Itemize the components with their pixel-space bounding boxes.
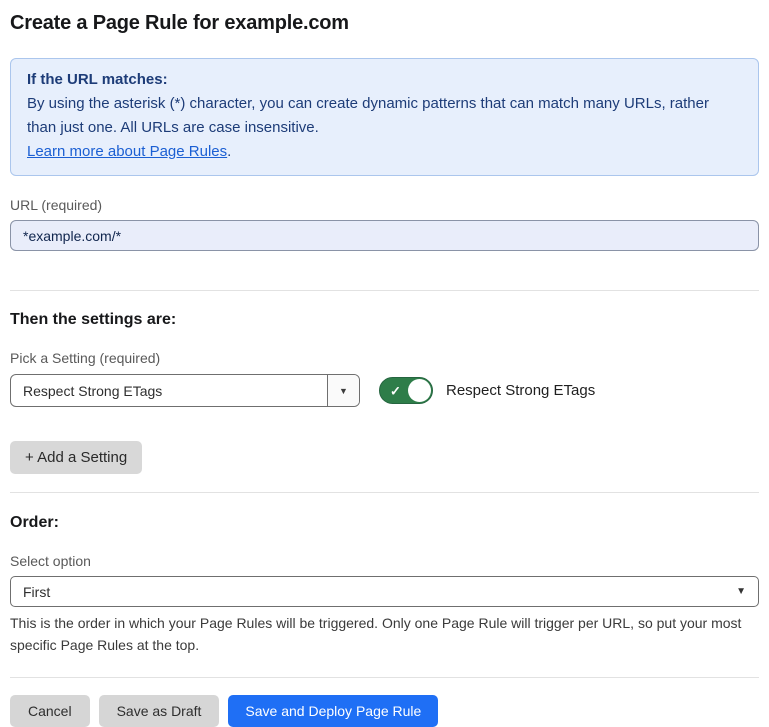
setting-select[interactable]: Respect Strong ETags ▼ [10, 374, 360, 407]
learn-more-link[interactable]: Learn more about Page Rules [27, 143, 227, 160]
save-as-draft-button[interactable]: Save as Draft [99, 695, 220, 727]
url-input[interactable] [10, 220, 759, 251]
divider [10, 492, 759, 493]
setting-toggle-label: Respect Strong ETags [446, 382, 595, 399]
setting-picker-label: Pick a Setting (required) [10, 350, 759, 366]
setting-toggle[interactable]: ✓ [379, 377, 433, 404]
add-setting-button[interactable]: + Add a Setting [10, 441, 142, 474]
setting-toggle-group: ✓ Respect Strong ETags [379, 377, 595, 404]
cancel-button[interactable]: Cancel [10, 695, 90, 727]
order-select-value: First [23, 584, 736, 600]
url-field-label: URL (required) [10, 197, 759, 213]
toggle-knob [408, 379, 431, 402]
setting-select-value: Respect Strong ETags [11, 375, 327, 406]
check-icon: ✓ [390, 384, 401, 397]
setting-row: Respect Strong ETags ▼ ✓ Respect Strong … [10, 374, 759, 407]
link-suffix: . [227, 143, 231, 160]
info-box-heading: If the URL matches: [27, 68, 742, 92]
info-box-link-line: Learn more about Page Rules. [27, 140, 742, 164]
save-and-deploy-button[interactable]: Save and Deploy Page Rule [228, 695, 438, 727]
divider [10, 677, 759, 678]
divider [10, 290, 759, 291]
order-section-heading: Order: [10, 514, 759, 532]
order-select[interactable]: First ▼ [10, 576, 759, 607]
order-select-label: Select option [10, 553, 759, 569]
create-page-rule-form: Create a Page Rule for example.com If th… [0, 0, 769, 727]
chevron-down-icon[interactable]: ▼ [327, 375, 359, 406]
footer-button-row: Cancel Save as Draft Save and Deploy Pag… [10, 695, 759, 727]
settings-section-heading: Then the settings are: [10, 311, 759, 329]
url-match-info-box: If the URL matches: By using the asteris… [10, 58, 759, 176]
order-help-text: This is the order in which your Page Rul… [10, 612, 759, 656]
chevron-down-icon: ▼ [736, 586, 746, 597]
info-box-body: By using the asterisk (*) character, you… [27, 92, 742, 140]
page-title: Create a Page Rule for example.com [10, 12, 759, 35]
